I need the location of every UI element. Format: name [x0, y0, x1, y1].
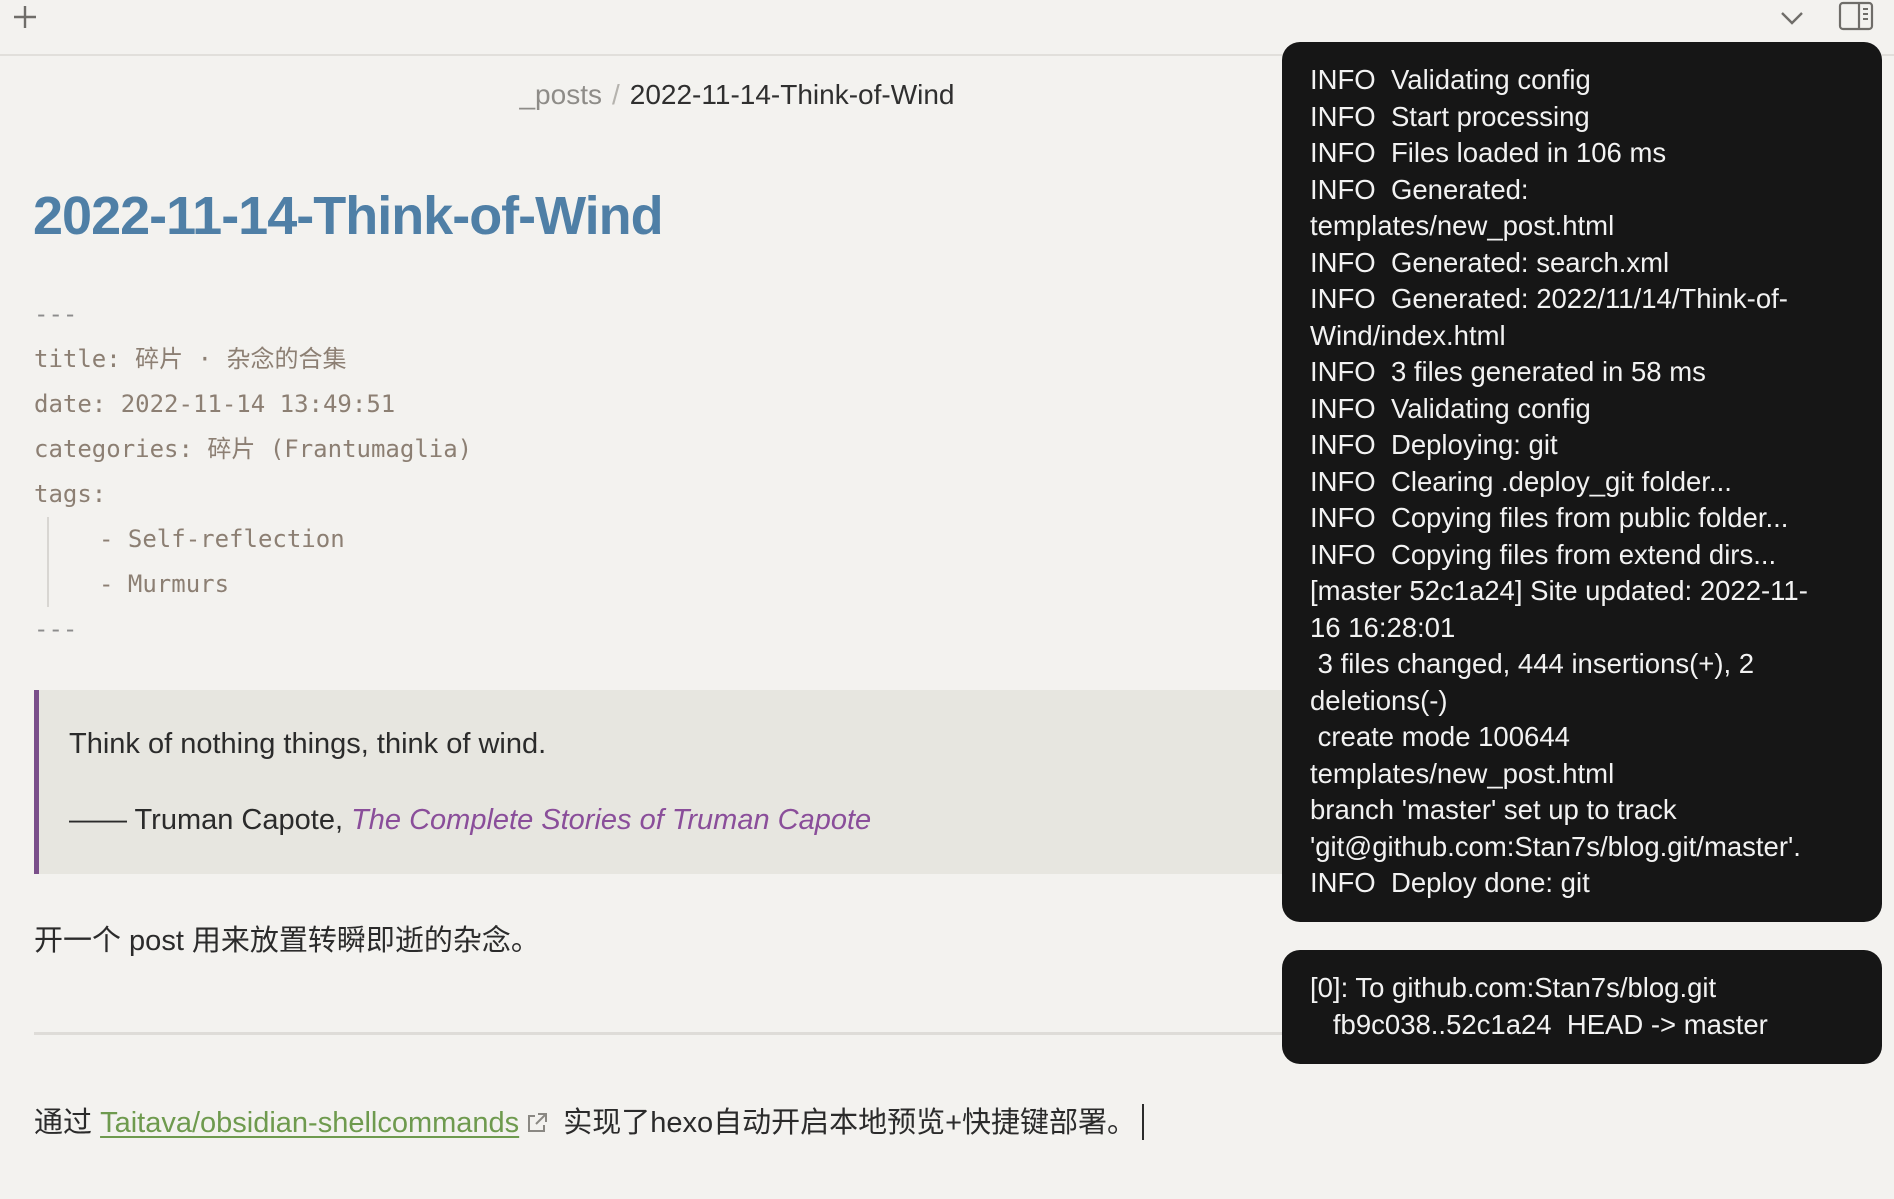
frontmatter-block[interactable]: --- title: 碎片 · 杂念的合集 date: 2022-11-14 1…: [34, 292, 472, 652]
log-line: create mode 100644: [1310, 721, 1570, 752]
push-line: [0]: To github.com:Stan7s/blog.git: [1310, 972, 1717, 1003]
toggle-right-sidebar-button[interactable]: [1836, 0, 1876, 36]
sidebar-right-icon: [1838, 1, 1874, 36]
blockquote[interactable]: Think of nothing things, think of wind. …: [34, 690, 1294, 874]
paragraph-shellcommands[interactable]: 通过 Taitava/obsidian-shellcommands 实现了hex…: [34, 1103, 1145, 1146]
plus-icon: [12, 4, 38, 35]
frontmatter-categories: categories: 碎片 (Frantumaglia): [34, 435, 473, 463]
log-line: INFO Copying files from extend dirs...: [1310, 538, 1777, 570]
log-line: 3 files changed, 444 insertions(+), 2: [1310, 648, 1755, 679]
push-line: fb9c038..52c1a24 HEAD -> master: [1310, 1008, 1768, 1040]
text-cursor: [1142, 1104, 1145, 1140]
log-line: INFO Generated: 2022/11/14/Think-of-: [1310, 283, 1788, 314]
paragraph-suffix: 实现了hexo自动开启本地预览+快捷键部署。: [555, 1107, 1137, 1139]
frontmatter-tag-item: - Murmurs: [99, 570, 230, 598]
shellcommands-link[interactable]: Taitava/obsidian-shellcommands: [100, 1107, 519, 1139]
log-line: 16 16:28:01: [1310, 611, 1456, 643]
log-line: INFO Copying files from public folder...: [1310, 502, 1789, 533]
frontmatter-tag-item: - Self-reflection: [99, 525, 345, 553]
log-line: INFO Generated: search.xml: [1310, 246, 1670, 278]
frontmatter-date: date: 2022-11-14 13:49:51: [34, 390, 396, 418]
frontmatter-close-delimiter: ---: [34, 615, 78, 643]
quote-text: Think of nothing things, think of wind.: [69, 728, 547, 760]
frontmatter-open-delimiter: ---: [34, 300, 78, 328]
log-line: INFO Validating config: [1310, 64, 1591, 95]
paragraph-prefix: 通过: [34, 1107, 101, 1139]
page-title[interactable]: 2022-11-14-Think-of-Wind: [33, 182, 664, 250]
quote-author: —— Truman Capote,: [69, 804, 352, 836]
log-line: templates/new_post.html: [1310, 757, 1615, 789]
log-line: INFO Start processing: [1310, 100, 1590, 132]
log-line: INFO Validating config: [1310, 392, 1591, 424]
paragraph-intro[interactable]: 开一个 post 用来放置转瞬即逝的杂念。: [34, 921, 540, 961]
breadcrumb-separator: /: [611, 79, 620, 110]
log-line: INFO Deploying: git: [1310, 429, 1558, 460]
log-line: templates/new_post.html: [1310, 210, 1615, 241]
log-line: [master 52c1a24] Site updated: 2022-11-: [1310, 575, 1808, 606]
breadcrumb: _posts / 2022-11-14-Think-of-Wind: [0, 77, 1474, 113]
log-line: branch 'master' set up to track: [1310, 794, 1677, 825]
notification-git-push[interactable]: [0]: To github.com:Stan7s/blog.git fb9c0…: [1282, 950, 1882, 1064]
external-link-icon: [525, 1106, 549, 1146]
log-line: Wind/index.html: [1310, 319, 1506, 351]
log-line: INFO Deploy done: git: [1310, 867, 1590, 898]
quote-attribution: —— Truman Capote, The Complete Stories o…: [69, 804, 871, 837]
breadcrumb-file[interactable]: 2022-11-14-Think-of-Wind: [630, 79, 955, 110]
quote-book-title: The Complete Stories of Truman Capote: [351, 804, 872, 836]
new-tab-button[interactable]: [8, 2, 42, 36]
frontmatter-tags-key: tags:: [34, 480, 107, 508]
chevron-down-icon: [1780, 10, 1804, 31]
log-line: INFO Files loaded in 106 ms: [1310, 137, 1667, 168]
log-line: 'git@github.com:Stan7s/blog.git/master'.: [1310, 830, 1801, 862]
log-line: INFO 3 files generated in 58 ms: [1310, 356, 1706, 387]
frontmatter-tags-list: - Self-reflection - Murmurs: [47, 517, 472, 607]
log-line: INFO Generated:: [1310, 173, 1529, 205]
breadcrumb-folder[interactable]: _posts: [519, 79, 602, 110]
log-line: INFO Clearing .deploy_git folder...: [1310, 465, 1732, 497]
tab-list-dropdown-button[interactable]: [1774, 2, 1810, 38]
notification-deploy-log[interactable]: INFO Validating config INFO Start proces…: [1282, 42, 1882, 922]
horizontal-rule: [34, 1032, 1294, 1035]
log-line: deletions(-): [1310, 684, 1448, 716]
frontmatter-title: title: 碎片 · 杂念的合集: [34, 345, 347, 373]
